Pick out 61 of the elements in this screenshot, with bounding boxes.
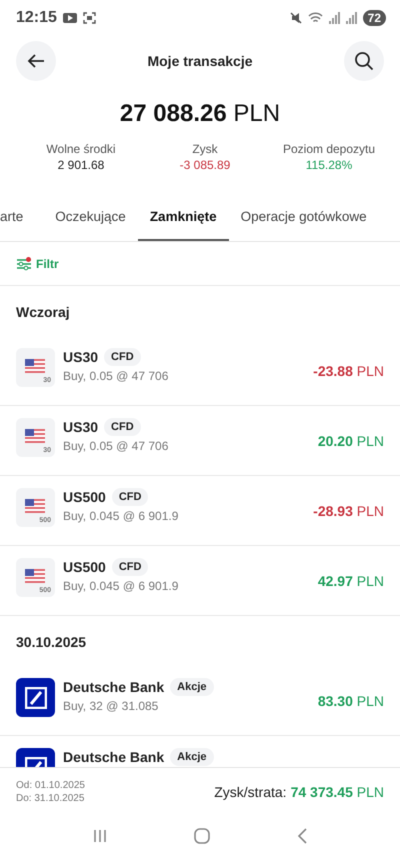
instrument-tag: Akcje [170,748,214,766]
profit-amount: -23.88 PLN [313,362,384,378]
signal-icon [346,12,357,24]
instrument-name: US30 [63,419,98,435]
tab[interactable]: arte [0,194,44,241]
instrument-name: Deutsche Bank [63,679,164,695]
balance-amount: 27 088.26 PLN [118,100,282,128]
filter-icon [16,256,32,270]
back-icon[interactable] [296,828,307,844]
stat-label: Zysk [192,142,218,156]
us-flag-icon [25,429,45,443]
signal-icon [328,12,340,24]
instrument-tag: CFD [112,558,148,576]
trade-detail: Buy, 0.045 @ 6 901.9 [63,509,180,523]
us-flag-icon [25,499,45,513]
instrument-tag: CFD [104,348,141,366]
stat-value: 115.28% [306,158,352,172]
battery-level: 72 [362,10,386,26]
back-button[interactable] [16,41,56,81]
status-time: 12:15 [16,9,57,27]
instrument-name: US500 [63,489,106,505]
tab[interactable]: Oczekujące [43,194,138,241]
tab[interactable]: Operacje gotówkowe [228,194,379,241]
video-icon [62,13,77,23]
us-flag-icon [25,359,45,373]
wifi-icon [308,12,323,24]
mute-icon [290,12,302,24]
stat-value: -3 085.89 [180,158,230,172]
back-arrow-icon [27,53,45,69]
search-button[interactable] [344,41,384,81]
bank-logo-icon [16,678,55,717]
stat-label: Poziom depozytu [282,142,376,156]
trade-detail: Buy, 0.045 @ 6 901.9 [63,579,180,593]
total-value: 74 373.45 PLN [290,784,384,800]
tab[interactable]: Zamknięte [138,194,229,241]
trade-detail: Buy, 32 @ 31.085 [63,699,160,713]
home-icon[interactable] [194,828,210,844]
recents-icon[interactable] [93,829,108,843]
us-flag-icon [25,569,45,583]
screen-title: Moje transakcje [147,53,253,69]
screenshot-icon [82,12,96,24]
stat-label: Wolne środki [46,142,116,156]
date-to: Do: 31.10.2025 [16,792,85,804]
stat-value: 2 901.68 [58,158,104,172]
profit-amount: 83.30 PLN [318,692,384,708]
trade-detail: Buy, 0.05 @ 47 706 [63,369,170,383]
section-heading: 30.10.2025 [15,633,88,652]
total-label: Zysk/strata: [214,784,287,800]
instrument-tag: CFD [104,418,141,436]
search-icon [354,51,374,71]
instrument-tag: Akcje [170,678,214,696]
instrument-name: Deutsche Bank [63,749,164,765]
trade-detail: Buy, 0.05 @ 47 706 [63,439,170,453]
instrument-name: US500 [63,559,106,575]
profit-amount: 42.97 PLN [318,572,384,588]
profit-amount: 20.20 PLN [318,432,384,448]
profit-amount: -28.93 PLN [313,502,384,518]
date-from: Od: 01.10.2025 [16,780,85,790]
instrument-tag: CFD [112,488,148,506]
section-heading: Wczoraj [15,303,71,322]
instrument-name: US30 [63,349,98,365]
